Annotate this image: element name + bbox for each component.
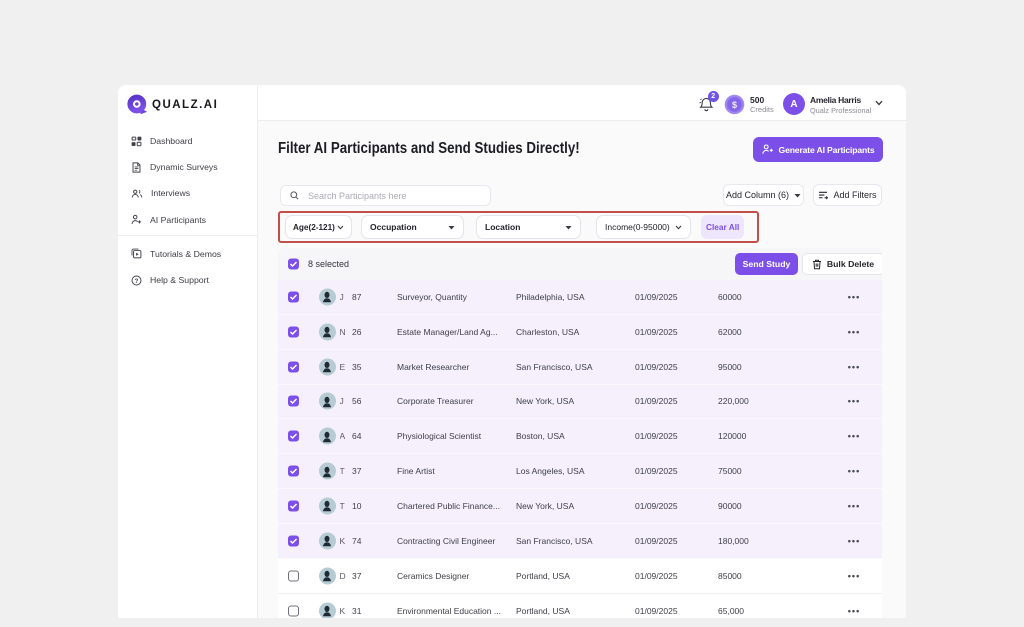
svg-text:$: $ <box>732 99 737 109</box>
svg-text:?: ? <box>135 277 139 284</box>
